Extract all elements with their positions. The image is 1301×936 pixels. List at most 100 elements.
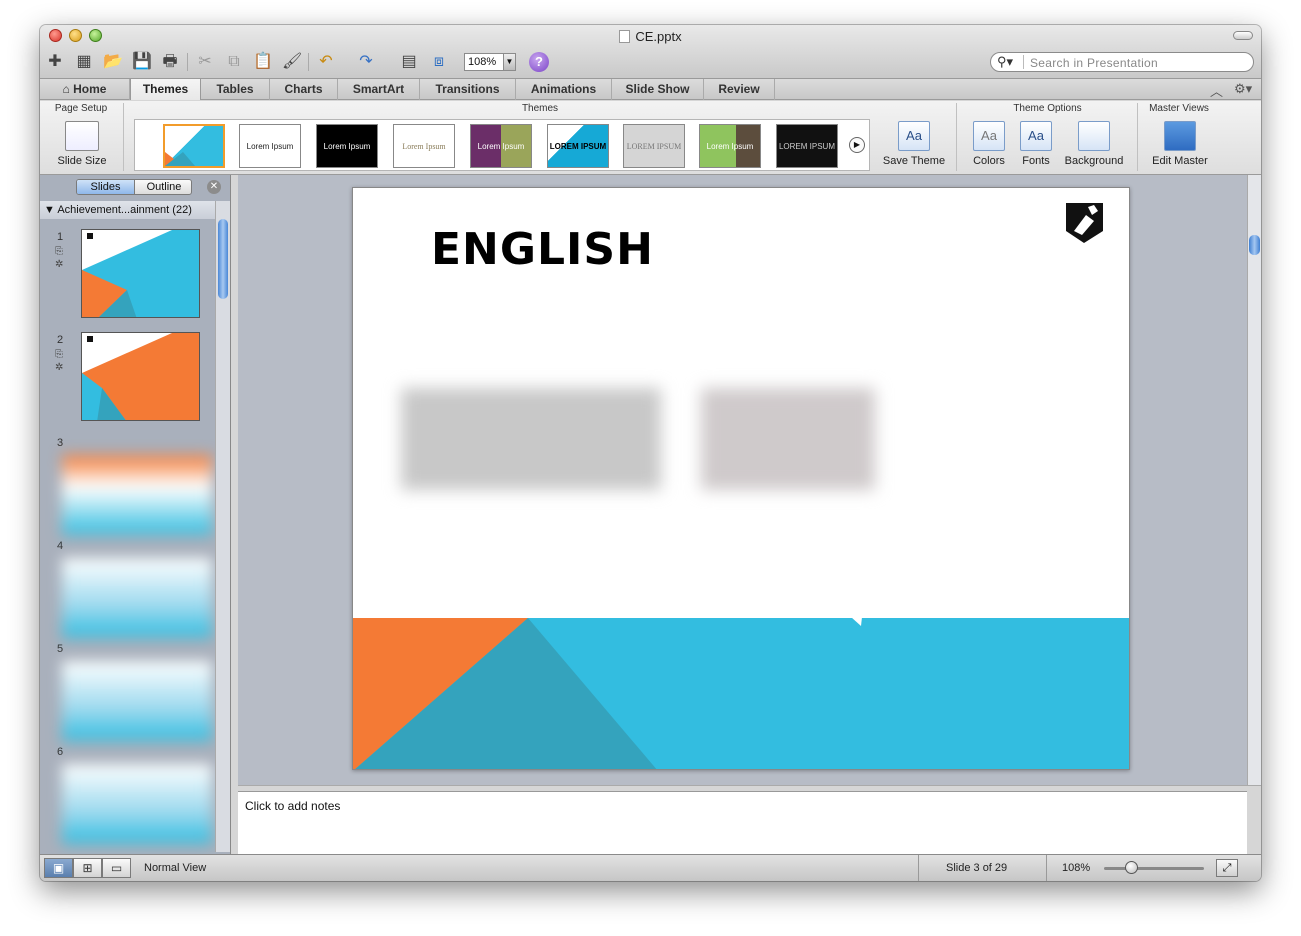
tab-transitions[interactable]: Transitions xyxy=(420,79,516,100)
tab-home[interactable]: ⌂ Home xyxy=(40,79,130,100)
undo-icon[interactable]: ↶ xyxy=(316,52,336,72)
tab-tables[interactable]: Tables xyxy=(201,79,270,100)
transition-icon: ⎘ ✲ xyxy=(55,246,64,270)
section-header[interactable]: ▼ Achievement...ainment (22) xyxy=(40,201,215,219)
slide-scrollbar[interactable] xyxy=(1247,175,1261,785)
app-window: CE.pptx ✚ ▦ 📂 💾 🖶 ✂ ⧉ 📋 🖌 ↶ ↷ ▤ ⧈ 108% ▼ … xyxy=(40,25,1261,881)
blurred-content xyxy=(401,388,875,490)
collapse-ribbon-icon[interactable]: ︿ xyxy=(1210,81,1223,100)
home-icon: ⌂ xyxy=(62,82,74,96)
zoom-slider[interactable] xyxy=(1104,867,1204,870)
slide-size-button[interactable]: Slide Size xyxy=(52,121,112,167)
slide-number: 1 xyxy=(57,231,64,243)
toolbar-separator xyxy=(187,53,188,71)
fit-to-window-button[interactable]: ⤢ xyxy=(1216,859,1238,877)
document-icon xyxy=(619,30,631,43)
theme-thumb-grey[interactable]: LOREM IPSUM xyxy=(623,124,685,168)
open-icon[interactable]: 📂 xyxy=(103,52,123,72)
chevron-down-icon[interactable]: ▼ xyxy=(503,54,515,70)
search-field[interactable]: ⚲▾ Search in Presentation xyxy=(990,52,1254,72)
theme-thumb-art xyxy=(165,152,195,166)
tab-animations[interactable]: Animations xyxy=(516,79,612,100)
redo-icon[interactable]: ↷ xyxy=(356,52,376,72)
view-name: Normal View xyxy=(144,862,207,874)
slide-sorter-button[interactable]: ⊞ xyxy=(73,858,102,878)
zoom-select[interactable]: 108% ▼ xyxy=(464,53,516,71)
tab-outline[interactable]: Outline xyxy=(135,180,191,194)
edit-master-icon xyxy=(1164,121,1196,151)
table-icon[interactable]: ▤ xyxy=(399,52,419,72)
status-separator xyxy=(1046,855,1047,881)
gallery-icon[interactable]: ▦ xyxy=(74,52,94,72)
close-panel-icon[interactable]: ✕ xyxy=(207,180,221,194)
group-label-theme-options: Theme Options xyxy=(1013,103,1082,114)
print-icon[interactable]: 🖶 xyxy=(160,52,180,72)
theme-thumb-current[interactable] xyxy=(163,124,225,168)
title-toolbar: CE.pptx ✚ ▦ 📂 💾 🖶 ✂ ⧉ 📋 🖌 ↶ ↷ ▤ ⧈ 108% ▼ … xyxy=(40,25,1261,79)
group-separator xyxy=(1137,103,1138,171)
fonts-button[interactable]: Aa Fonts xyxy=(1012,121,1060,167)
notes-pane[interactable]: Click to add notes xyxy=(238,791,1247,854)
slide-title[interactable]: ENGLISH xyxy=(431,224,654,275)
slide-thumbnail-art xyxy=(82,230,199,317)
tab-charts[interactable]: Charts xyxy=(270,79,338,100)
blurred-thumbnails xyxy=(62,455,212,850)
slide-editor: ENGLISH xyxy=(238,175,1247,785)
search-placeholder: Search in Presentation xyxy=(1030,56,1159,70)
toolbar-toggle-button[interactable] xyxy=(1233,31,1253,40)
ribbon-tabs: ⌂ Home Themes Tables Charts SmartArt Tra… xyxy=(40,79,1261,100)
group-label-page-setup: Page Setup xyxy=(54,103,108,114)
media-browser-icon[interactable]: ⧈ xyxy=(429,52,449,72)
slides-panel: Slides Outline ✕ ▼ Achievement...ainment… xyxy=(40,175,231,854)
theme-thumb-mosaic[interactable]: Lorem Ipsum xyxy=(470,124,532,168)
group-separator xyxy=(956,103,957,171)
tab-slides[interactable]: Slides xyxy=(77,180,135,194)
new-presentation-icon[interactable]: ✚ xyxy=(45,52,65,72)
panel-scrollbar[interactable] xyxy=(215,201,230,852)
search-icon[interactable]: ⚲▾ xyxy=(997,54,1013,70)
slide-number: 3 xyxy=(57,437,64,449)
gallery-next-icon[interactable]: ▶ xyxy=(849,137,865,153)
disclosure-triangle-icon[interactable]: ▼ xyxy=(44,204,57,216)
theme-thumb-black[interactable]: Lorem Ipsum xyxy=(316,124,378,168)
themes-gallery: Lorem Ipsum Lorem Ipsum Lorem Ipsum Lore… xyxy=(134,119,870,171)
colors-icon: Aa xyxy=(973,121,1005,151)
slide-thumbnail-2[interactable] xyxy=(81,332,200,421)
tab-review[interactable]: Review xyxy=(704,79,775,100)
edit-master-button[interactable]: Edit Master xyxy=(1146,121,1214,167)
window-title: CE.pptx xyxy=(40,29,1261,44)
help-button[interactable]: ? xyxy=(529,52,549,72)
slide-counter: Slide 3 of 29 xyxy=(946,862,1008,874)
normal-view-button[interactable]: ▣ xyxy=(44,858,73,878)
slide-show-button[interactable]: ▭ xyxy=(102,858,131,878)
cut-icon[interactable]: ✂ xyxy=(195,52,215,72)
colors-button[interactable]: Aa Colors xyxy=(964,121,1014,167)
panel-scroll-thumb[interactable] xyxy=(218,219,228,299)
group-label-master-views: Master Views xyxy=(1149,103,1209,114)
save-theme-button[interactable]: Aa Save Theme xyxy=(882,121,946,167)
theme-thumb-paper[interactable]: Lorem Ipsum xyxy=(393,124,455,168)
slide-thumbnail-1[interactable] xyxy=(81,229,200,318)
gear-icon[interactable]: ⚙▾ xyxy=(1234,81,1252,97)
tab-smartart[interactable]: SmartArt xyxy=(338,79,420,100)
slide-scroll-thumb[interactable] xyxy=(1249,235,1260,255)
paste-icon[interactable]: 📋 xyxy=(253,52,273,72)
theme-thumb-office[interactable]: Lorem Ipsum xyxy=(239,124,301,168)
save-icon[interactable]: 💾 xyxy=(132,52,152,72)
theme-thumb-edge[interactable]: LOREM IPSUM xyxy=(547,124,609,168)
tab-themes[interactable]: Themes xyxy=(130,79,201,100)
status-zoom: 108% xyxy=(1062,862,1091,874)
copy-icon[interactable]: ⧉ xyxy=(224,52,244,72)
tab-slide-show[interactable]: Slide Show xyxy=(612,79,704,100)
toolbar-separator xyxy=(308,53,309,71)
transition-icon: ⎘ ✲ xyxy=(55,349,64,373)
current-slide[interactable]: ENGLISH xyxy=(352,187,1130,770)
theme-thumb-dark[interactable]: LOREM IPSUM xyxy=(776,124,838,168)
zoom-slider-knob[interactable] xyxy=(1125,861,1138,874)
fonts-icon: Aa xyxy=(1020,121,1052,151)
search-divider xyxy=(1023,55,1024,69)
format-painter-icon[interactable]: 🖌 xyxy=(282,52,302,72)
background-button[interactable]: Background xyxy=(1060,121,1128,167)
theme-thumb-green[interactable]: Lorem Ipsum xyxy=(699,124,761,168)
ribbon: Page Setup Slide Size Themes Lorem Ipsum… xyxy=(40,101,1261,175)
